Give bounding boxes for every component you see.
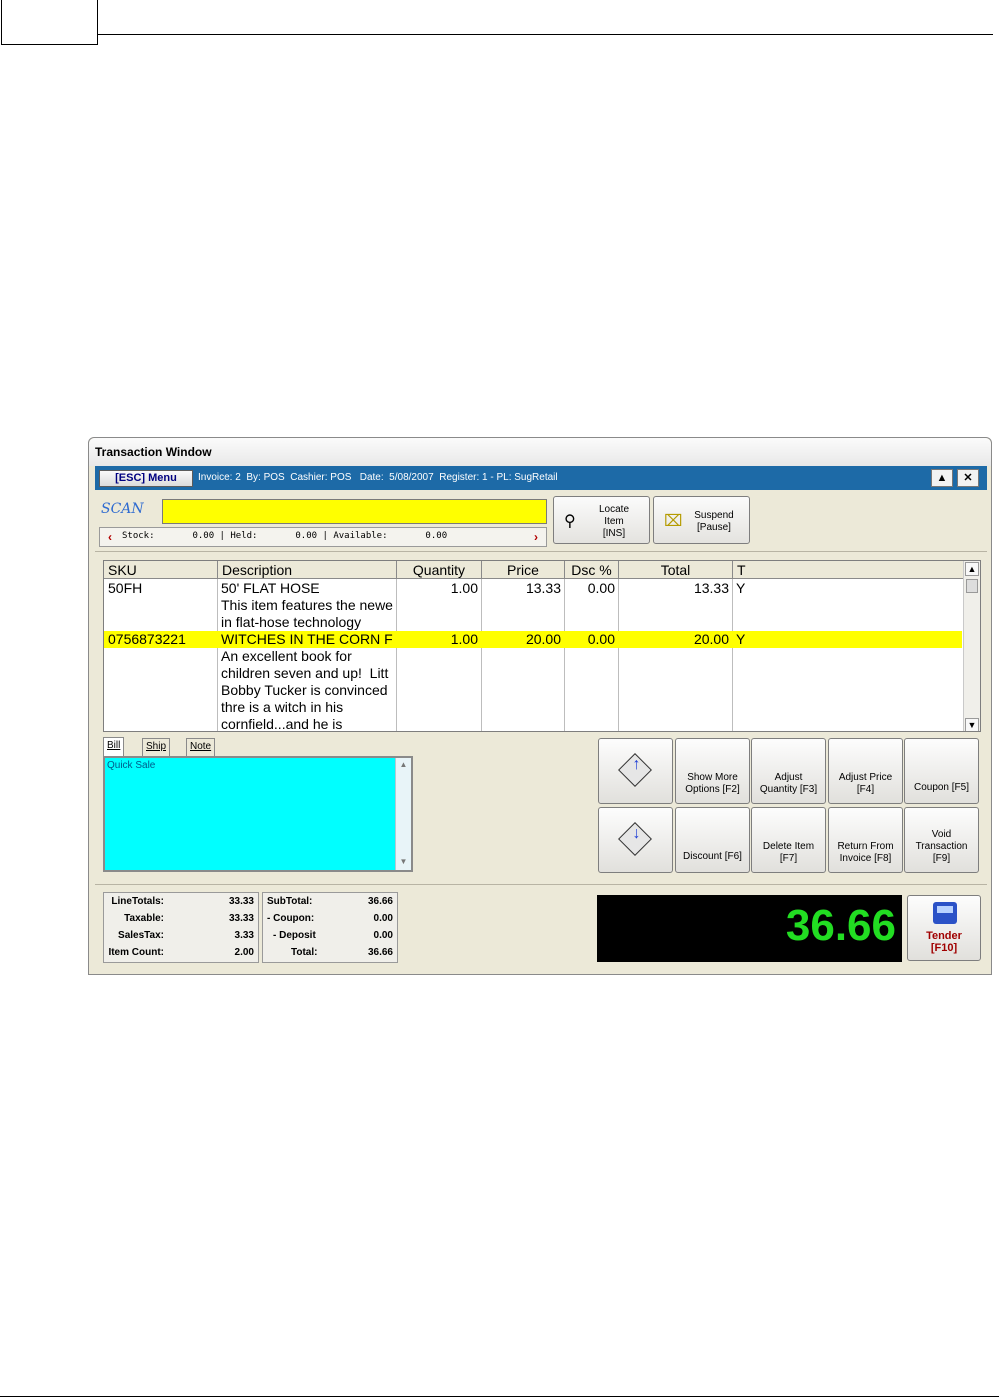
row-discount: 0.00 [587, 631, 615, 647]
scroll-thumb[interactable] [966, 579, 978, 593]
return-from-invoice-button[interactable]: Return From Invoice [F8] [828, 807, 903, 873]
subtotal-panel: SubTotal: 36.66 - Coupon: 0.00 - Deposit 0.… [262, 892, 398, 963]
total-value: 36.66 [367, 947, 393, 958]
tender-key: [F10] [930, 942, 958, 954]
row-description: 50' FLAT HOSE [221, 580, 320, 596]
scan-row: SCAN ‹ Stock: 0.00 | Held: 0.00 | Availa… [95, 490, 987, 552]
row-description: WITCHES IN THE CORN F [221, 631, 393, 647]
bill-to-text: Quick Sale [107, 760, 156, 771]
note-scroll-up-icon[interactable]: ▲ [397, 759, 410, 772]
amount-due: 36.66 [785, 901, 896, 950]
adjust-quantity-button[interactable]: Adjust Quantity [F3] [751, 738, 826, 804]
scan-input[interactable] [162, 499, 547, 524]
stock-prev-icon[interactable]: ‹ [101, 529, 119, 545]
deposit-value: 0.00 [373, 930, 393, 941]
show-more-options-button[interactable]: Show More Options [F2] [675, 738, 750, 804]
tab-bill-to[interactable]: Bill To [103, 737, 125, 767]
row-quantity: 1.00 [450, 631, 478, 647]
coupon-button[interactable]: Coupon [F5] [904, 738, 979, 804]
move-up-button[interactable]: ↑ [598, 738, 673, 804]
void-transaction-button[interactable]: Void Transaction [F9] [904, 807, 979, 873]
col-quantity[interactable]: Quantity [397, 561, 482, 579]
col-description[interactable]: Description [218, 561, 397, 579]
cash-register-icon [933, 902, 957, 924]
page-header-rule [97, 34, 993, 35]
scroll-up-icon[interactable]: ▲ [965, 562, 979, 576]
row-description-more: This item features the newe in flat-hose… [221, 597, 393, 630]
collapse-up-icon[interactable]: ▲ [931, 469, 953, 487]
delete-item-button[interactable]: Delete Item [F7] [751, 807, 826, 873]
row-quantity: 1.00 [450, 580, 478, 596]
tab-ship-to[interactable]: Ship To [142, 738, 171, 768]
row-taxable: Y [736, 631, 746, 647]
locate-item-label: Locate Item [INS] [598, 504, 630, 539]
row-price: 13.33 [525, 580, 561, 596]
grid-header: SKU Description Quantity Price Dsc % Tot… [104, 561, 964, 579]
suspend-icon: ⌧ [664, 513, 683, 530]
item-count-value: 2.00 [234, 947, 254, 958]
taxable-value: 33.33 [228, 913, 254, 924]
col-price[interactable]: Price [482, 561, 565, 579]
move-down-button[interactable]: ↓ [598, 807, 673, 873]
items-grid[interactable]: SKU Description Quantity Price Dsc % Tot… [103, 560, 981, 732]
locate-item-button[interactable]: ⚲ Locate Item [INS] [553, 496, 650, 544]
row-price: 20.00 [525, 631, 561, 647]
tender-label: Tender [926, 930, 962, 942]
coupon-value: 0.00 [373, 913, 393, 924]
scroll-down-icon[interactable]: ▼ [965, 718, 979, 731]
transaction-window: Transaction Window [ESC] Menu Invoice: 2… [88, 437, 992, 975]
tender-button[interactable]: Tender [F10] [907, 895, 981, 961]
sales-tax-value: 3.33 [234, 930, 254, 941]
suspend-label: Suspend [Pause] [694, 510, 734, 533]
row-total: 20.00 [693, 631, 729, 647]
scan-label: SCAN [101, 501, 144, 517]
binoculars-icon: ⚲ [564, 513, 576, 530]
amount-display: 36.66 [597, 895, 902, 962]
stock-info-bar: ‹ Stock: 0.00 | Held: 0.00 | Available: … [99, 527, 547, 547]
stock-text: Stock: 0.00 | Held: 0.00 | Available: 0.… [122, 531, 448, 541]
arrow-up-icon: ↑ [632, 756, 641, 773]
esc-menu-button[interactable]: [ESC] Menu [99, 470, 193, 487]
col-sku[interactable]: SKU [104, 561, 218, 579]
discount-button[interactable]: Discount [F6] [675, 807, 750, 873]
stock-next-icon[interactable]: › [527, 529, 545, 545]
page-header-tab [1, 0, 98, 45]
table-row-selected[interactable]: 0756873221 WITCHES IN THE CORN F 1.00 20… [104, 631, 962, 648]
menu-bar: [ESC] Menu Invoice: 2 By: POS Cashier: P… [95, 466, 987, 490]
row-sku: 0756873221 [108, 631, 186, 647]
line-totals-value: 33.33 [228, 896, 254, 907]
table-row[interactable]: 50FH 50' FLAT HOSE This item features th… [104, 580, 962, 631]
row-description-more: An excellent book for children seven and… [221, 648, 389, 732]
suspend-button[interactable]: ⌧ Suspend [Pause] [653, 496, 750, 544]
row-taxable: Y [736, 580, 746, 596]
adjust-price-button[interactable]: Adjust Price [F4] [828, 738, 903, 804]
arrow-down-icon: ↓ [632, 825, 641, 842]
bill-to-textarea[interactable]: Quick Sale ▲ ▼ [103, 756, 413, 872]
subtotal-value: 36.66 [367, 896, 393, 907]
note-scrollbar[interactable]: ▲ ▼ [395, 758, 411, 870]
col-discount[interactable]: Dsc % [565, 561, 619, 579]
close-icon[interactable]: ✕ [957, 469, 979, 487]
row-total: 13.33 [693, 580, 729, 596]
invoice-info: Invoice: 2 By: POS Cashier: POS Date: 5/… [198, 472, 558, 483]
note-scroll-down-icon[interactable]: ▼ [397, 856, 410, 869]
line-totals-panel: LineTotals: 33.33 Taxable: 33.33 SalesTax:… [103, 892, 259, 963]
col-taxable[interactable]: T [733, 561, 964, 579]
grid-scrollbar[interactable]: ▲ ▼ [963, 561, 980, 731]
window-title: Transaction Window [89, 438, 991, 466]
row-discount: 0.00 [587, 580, 615, 596]
tab-note[interactable]: Note [186, 738, 216, 756]
col-total[interactable]: Total [619, 561, 733, 579]
row-sku: 50FH [108, 580, 143, 596]
